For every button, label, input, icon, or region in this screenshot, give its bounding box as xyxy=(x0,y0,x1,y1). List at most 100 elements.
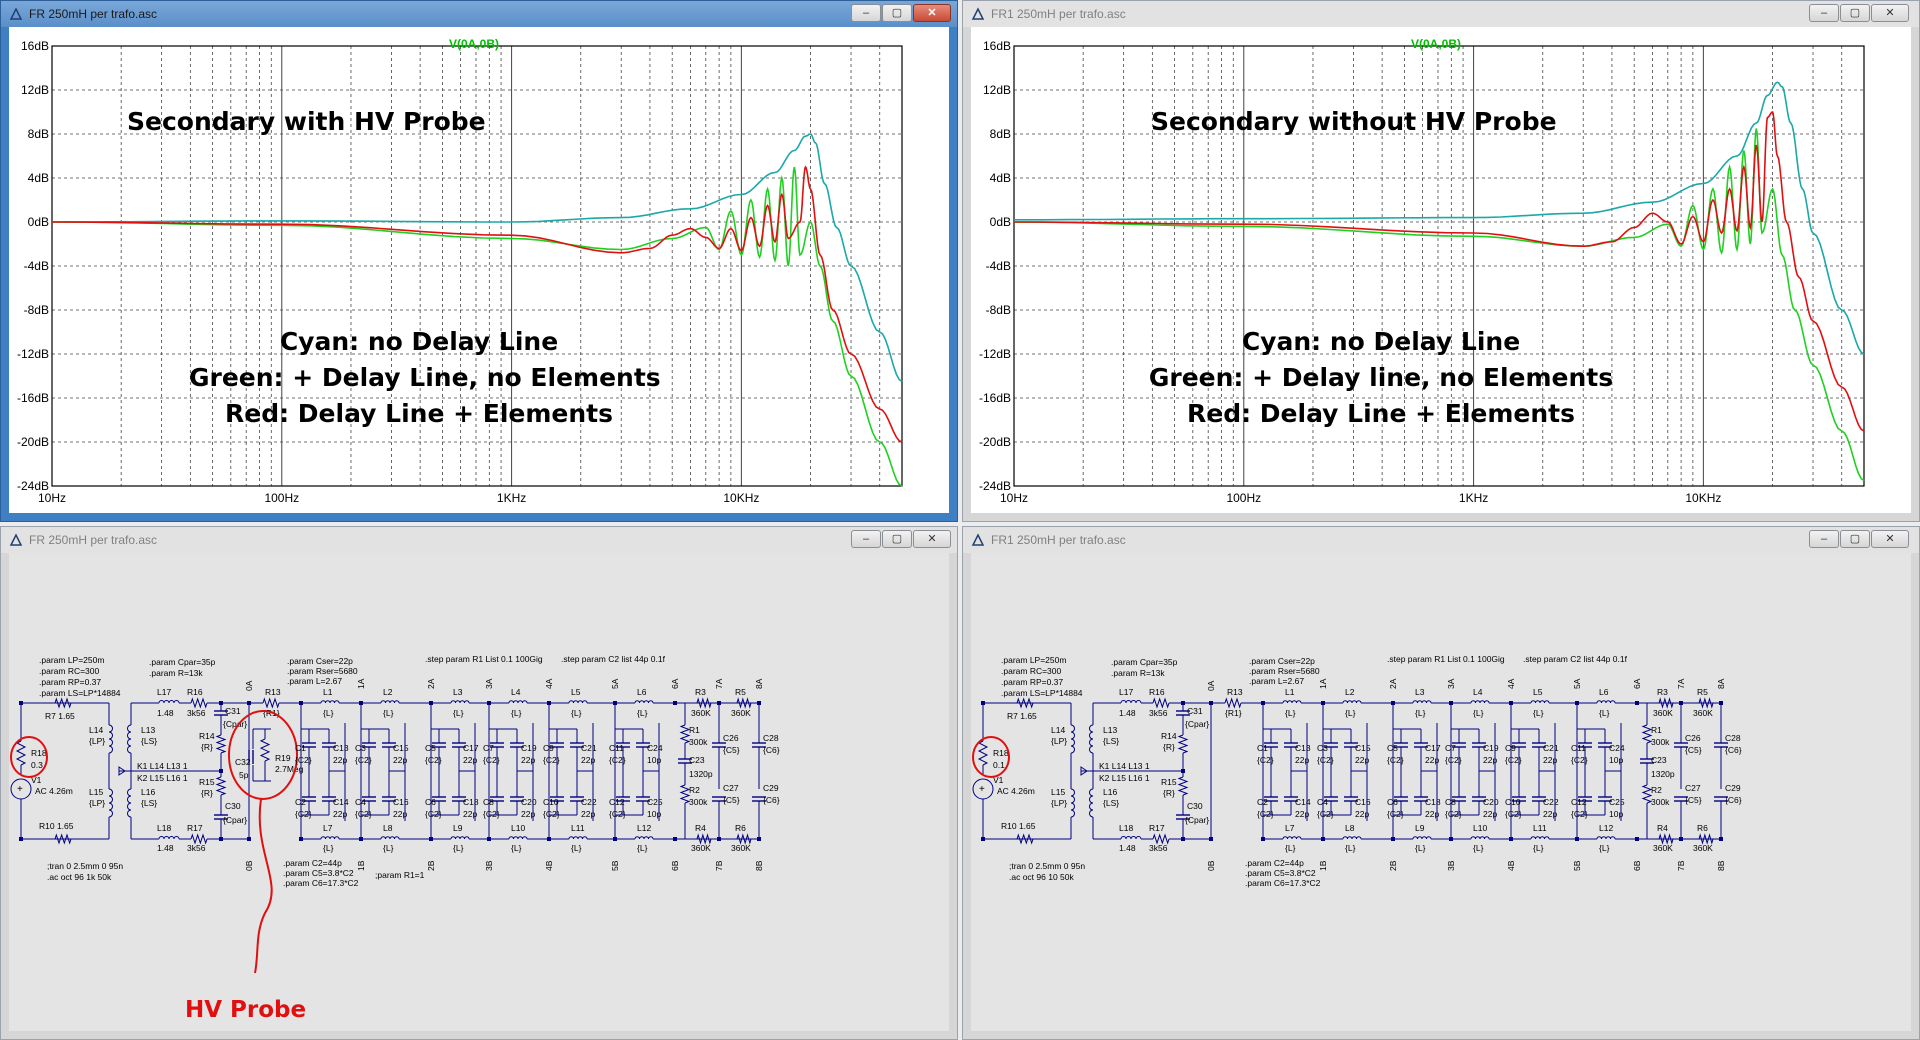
schematic-window-right[interactable]: FR1 250mH per trafo.asc – ▢ ✕ .param LP=… xyxy=(962,526,1920,1040)
schematic-label: L10 xyxy=(1473,823,1487,833)
schematic-label: R6 xyxy=(735,823,746,833)
schematic-label: C14 xyxy=(1295,797,1311,807)
inductor-symbol xyxy=(108,788,113,818)
maximize-button[interactable]: ▢ xyxy=(1840,4,1870,22)
schematic-label: .param Cpar=35p xyxy=(149,657,216,667)
x-tick-label: 1KHz xyxy=(1459,491,1488,505)
plot-window-right[interactable]: FR1 250mH per trafo.asc – ▢ ✕ 16dB 12dB 8d… xyxy=(962,0,1920,522)
schematic-label: 1B xyxy=(1318,860,1328,871)
schematic-label: R17 xyxy=(187,823,203,833)
schematic-label: C22 xyxy=(581,797,597,807)
schematic-label: 360K xyxy=(1693,708,1713,718)
schematic-label: {LP} xyxy=(1051,798,1067,808)
schematic-label: L4 xyxy=(511,687,521,697)
schematic-label: {L} xyxy=(1599,708,1610,718)
schematic-label: {C2} xyxy=(1505,755,1522,765)
schematic-label: C17 xyxy=(1425,743,1441,753)
legend-line-red: Red: Delay Line + Elements xyxy=(1186,399,1576,428)
close-button[interactable]: ✕ xyxy=(913,530,951,548)
schematic-label: L18 xyxy=(1119,823,1133,833)
schematic-label: {R} xyxy=(201,788,213,798)
schematic-label: R10 1.65 xyxy=(39,821,74,831)
schematic-canvas-left[interactable]: .param LP=250m .param RC=300 .param RP=0.3… xyxy=(9,553,949,1031)
close-button[interactable]: ✕ xyxy=(1871,530,1909,548)
schematic-label: 4A xyxy=(544,678,554,689)
junction-dot xyxy=(981,837,985,841)
schematic-label: {C5} xyxy=(723,745,740,755)
schematic-label: {L} xyxy=(1533,708,1544,718)
schematic-drawing[interactable]: .param LP=250m.param RC=300.param RP=0.3… xyxy=(9,553,949,1031)
schematic-label: R15 xyxy=(199,777,215,787)
plot-pane-right[interactable]: 16dB 12dB 8dB 4dB 0dB -4dB -8dB -12dB -16dB -20dB… xyxy=(971,27,1911,513)
inductor-symbol xyxy=(450,836,470,840)
resistor-symbol xyxy=(54,697,72,709)
schematic-label: K1 L14 L13 1 xyxy=(137,761,188,771)
schematic-label: C27 xyxy=(723,783,739,793)
title-bar[interactable]: FR 250mH per trafo.asc – ▢ ✕ xyxy=(1,1,957,27)
schematic-window-left[interactable]: FR 250mH per trafo.asc – ▢ ✕ .param LP=2… xyxy=(0,526,958,1040)
schematic-label: {C2} xyxy=(1445,809,1462,819)
trace-label[interactable]: V(0A,0B) xyxy=(1411,37,1461,51)
schematic-label: {Cpar} xyxy=(1185,719,1209,729)
schematic-label: {L} xyxy=(383,843,394,853)
schematic-label: 1.48 xyxy=(1119,708,1136,718)
schematic-label: L13 xyxy=(141,725,155,735)
schematic-label: {C2} xyxy=(1317,755,1334,765)
schematic-label: 0A xyxy=(244,680,254,691)
schematic-label: C20 xyxy=(1483,797,1499,807)
schematic-label: AC 4.26m xyxy=(35,786,73,796)
schematic-label: L2 xyxy=(383,687,393,697)
schematic-label: R14 xyxy=(199,731,215,741)
schematic-label: L17 xyxy=(1119,687,1133,697)
inductor-symbol xyxy=(1342,700,1362,704)
minimize-button[interactable]: – xyxy=(851,530,881,548)
schematic-drawing[interactable]: .param LP=250m.param RC=300.param RP=0.3… xyxy=(971,553,1911,1031)
legend-line-cyan: Cyan: no Delay Line xyxy=(279,327,559,356)
schematic-label: {C2} xyxy=(355,755,372,765)
inductor-symbol xyxy=(320,836,340,840)
schematic-label: {C2} xyxy=(543,809,560,819)
resistor-symbol xyxy=(1641,784,1653,804)
schematic-label: L14 xyxy=(89,725,103,735)
trace-label[interactable]: V(0A,0B) xyxy=(449,37,499,51)
schematic-label: L6 xyxy=(1599,687,1609,697)
schematic-label: L15 xyxy=(1051,787,1065,797)
minimize-button[interactable]: – xyxy=(851,4,881,22)
minimize-button[interactable]: – xyxy=(1809,530,1839,548)
inductor-symbol xyxy=(1530,836,1550,840)
junction-dot xyxy=(1449,837,1453,841)
schematic-canvas-right[interactable]: .param LP=250m .param RC=300 .param RP=0.3… xyxy=(971,553,1911,1031)
title-bar[interactable]: FR 250mH per trafo.asc – ▢ ✕ xyxy=(1,527,957,553)
title-bar[interactable]: FR1 250mH per trafo.asc – ▢ ✕ xyxy=(963,1,1919,27)
maximize-button[interactable]: ▢ xyxy=(882,530,912,548)
plot-window-left[interactable]: FR 250mH per trafo.asc – ▢ ✕ 16dB 12dB 8dB… xyxy=(0,0,958,522)
maximize-button[interactable]: ▢ xyxy=(1840,530,1870,548)
minimize-button[interactable]: – xyxy=(1809,4,1839,22)
x-tick-label: 10Hz xyxy=(38,491,66,505)
schematic-label: 2A xyxy=(1388,678,1398,689)
close-button[interactable]: ✕ xyxy=(1871,4,1909,22)
y-tick-label: 12dB xyxy=(983,83,1011,97)
schematic-label: 5B xyxy=(1572,860,1582,871)
y-tick-label: 16dB xyxy=(21,39,49,53)
schematic-label: 4B xyxy=(544,860,554,871)
close-button[interactable]: ✕ xyxy=(913,4,951,22)
plot-pane-left[interactable]: 16dB 12dB 8dB 4dB 0dB -4dB -8dB -12dB -16dB -20dB… xyxy=(9,27,949,513)
schematic-label: {C2} xyxy=(483,809,500,819)
schematic-label: C15 xyxy=(393,743,409,753)
schematic-label: {C6} xyxy=(1725,795,1742,805)
frequency-response-chart-left[interactable]: 16dB 12dB 8dB 4dB 0dB -4dB -8dB -12dB -16dB -20dB… xyxy=(9,27,949,513)
junction-dot xyxy=(19,701,23,705)
y-tick-label: 8dB xyxy=(990,127,1011,141)
schematic-label: AC 4.26m xyxy=(997,786,1035,796)
schematic-label: R16 xyxy=(1149,687,1165,697)
schematic-label: 8B xyxy=(1716,860,1726,871)
schematic-label: R2 xyxy=(1651,785,1662,795)
hv-probe-arrow xyxy=(254,798,273,974)
title-bar[interactable]: FR1 250mH per trafo.asc – ▢ ✕ xyxy=(963,527,1919,553)
schematic-label: .param Rser=5680 xyxy=(287,666,358,676)
frequency-response-chart-right[interactable]: 16dB 12dB 8dB 4dB 0dB -4dB -8dB -12dB -16dB -20dB… xyxy=(971,27,1911,513)
schematic-label: {LS} xyxy=(1103,736,1119,746)
maximize-button[interactable]: ▢ xyxy=(882,4,912,22)
schematic-label: {R1} xyxy=(1225,708,1242,718)
